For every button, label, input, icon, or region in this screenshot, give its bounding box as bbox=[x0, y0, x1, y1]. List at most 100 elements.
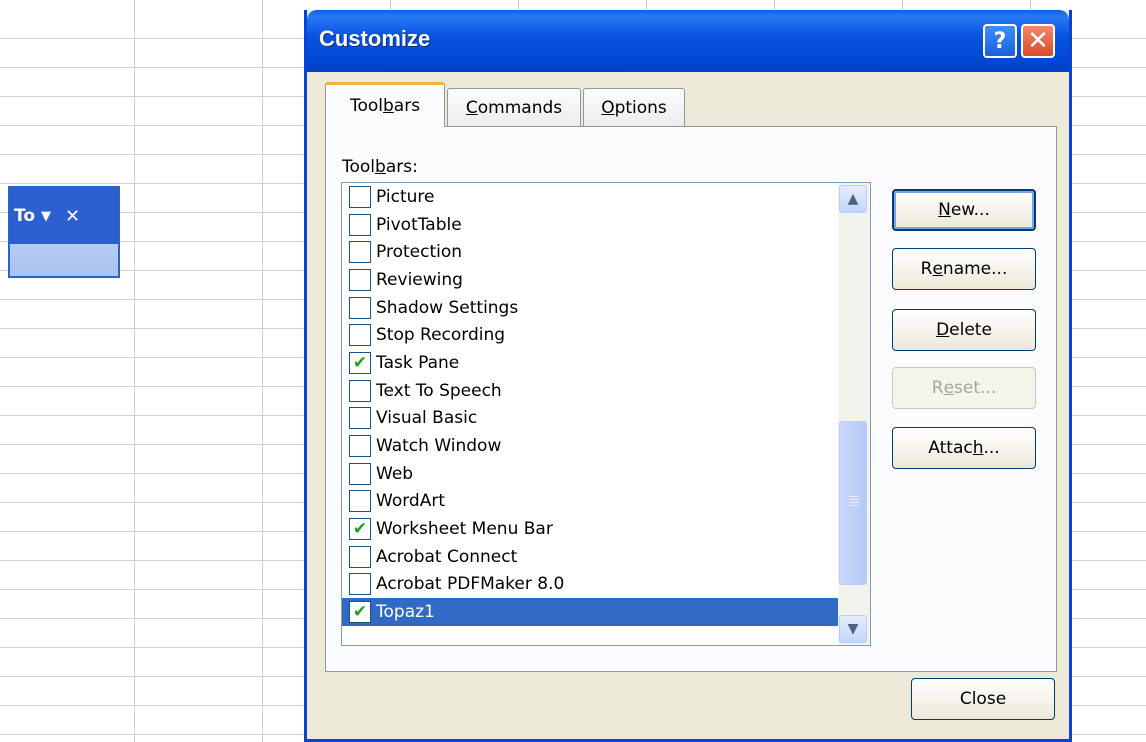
toolbar-list-item[interactable]: ✔ Worksheet Menu Bar bbox=[342, 515, 838, 543]
checkmark-icon: ✔ bbox=[352, 519, 368, 540]
checkbox[interactable]: ✔ bbox=[349, 601, 371, 624]
dialog-titlebar[interactable]: Customize ? ✕ bbox=[307, 10, 1069, 72]
chevron-down-icon: ▼ bbox=[847, 621, 859, 637]
chevron-up-icon: ▲ bbox=[847, 191, 859, 207]
tab-label-accelerator: O bbox=[601, 97, 615, 118]
toolbars-tab-panel: Toolbars: Picture PivotTable Protection Rev… bbox=[325, 126, 1057, 672]
checkbox[interactable] bbox=[349, 268, 371, 291]
toolbar-list-item-label: Shadow Settings bbox=[376, 297, 519, 318]
toolbar-list-item-label: Worksheet Menu Bar bbox=[376, 519, 553, 540]
toolbar-options-dropdown-icon[interactable]: ▼ bbox=[41, 209, 51, 224]
button-accelerator: D bbox=[936, 320, 950, 340]
toolbars-listbox[interactable]: Picture PivotTable Protection Reviewing Shad… bbox=[341, 182, 871, 646]
toolbar-list-item[interactable]: Protection bbox=[342, 238, 838, 266]
close-button[interactable]: Close bbox=[911, 678, 1055, 720]
close-icon: ✕ bbox=[1027, 26, 1049, 56]
tab-options[interactable]: Options bbox=[583, 88, 685, 126]
label-text: ars: bbox=[385, 157, 418, 177]
button-accelerator: N bbox=[938, 200, 951, 220]
vertical-scrollbar[interactable]: ▲ ▼ bbox=[838, 183, 870, 645]
toolbar-list-item-label: Stop Recording bbox=[376, 325, 506, 346]
button-accelerator: h bbox=[972, 438, 984, 458]
scroll-up-button[interactable]: ▲ bbox=[839, 185, 867, 213]
checkbox[interactable] bbox=[349, 490, 371, 513]
button-label: name... bbox=[942, 259, 1008, 279]
toolbar-list-item-label: Reviewing bbox=[376, 269, 463, 290]
toolbar-list-item[interactable]: ✔ Task Pane bbox=[342, 349, 838, 377]
toolbar-list-item[interactable]: Reviewing bbox=[342, 266, 838, 294]
checkbox[interactable] bbox=[349, 379, 371, 402]
toolbar-list-item-label: Task Pane bbox=[376, 352, 460, 373]
dialog-title: Customize bbox=[319, 26, 431, 51]
tab-label: ommands bbox=[477, 97, 563, 118]
button-label: Attac bbox=[928, 438, 973, 458]
reset-button: Re set... bbox=[892, 367, 1036, 409]
checkbox[interactable]: ✔ bbox=[349, 518, 371, 541]
toolbar-list-item[interactable]: PivotTable bbox=[342, 211, 838, 239]
tab-label: ars bbox=[393, 96, 421, 116]
button-label: ew... bbox=[950, 200, 990, 220]
floating-toolbar-title: To bbox=[14, 206, 36, 226]
attach-button[interactable]: Attac h... bbox=[892, 427, 1036, 469]
toolbar-list-item-label: Acrobat Connect bbox=[376, 546, 518, 567]
checkbox[interactable] bbox=[349, 462, 371, 485]
toolbar-list-item-label: Topaz1 bbox=[376, 602, 435, 623]
toolbar-list-item-label: WordArt bbox=[376, 491, 445, 512]
rename-button[interactable]: Re name... bbox=[892, 248, 1036, 290]
title-close-button[interactable]: ✕ bbox=[1021, 24, 1055, 58]
button-label: R bbox=[931, 378, 944, 398]
toolbar-list-item[interactable]: Acrobat PDFMaker 8.0 bbox=[342, 571, 838, 599]
grip-icon bbox=[849, 496, 859, 497]
floating-toolbar-titlebar[interactable]: To ▼ ✕ bbox=[10, 188, 118, 244]
button-label: ... bbox=[983, 438, 1000, 458]
tab-label: Tool bbox=[349, 96, 383, 116]
button-label: elete bbox=[949, 320, 992, 340]
help-icon: ? bbox=[993, 28, 1007, 54]
new-button[interactable]: New... bbox=[892, 189, 1036, 231]
delete-button[interactable]: Delete bbox=[892, 309, 1036, 351]
checkbox[interactable]: ✔ bbox=[349, 351, 371, 374]
scroll-down-button[interactable]: ▼ bbox=[839, 615, 867, 643]
toolbar-list-item[interactable]: Web bbox=[342, 460, 838, 488]
checkbox[interactable] bbox=[349, 213, 371, 236]
checkbox[interactable] bbox=[349, 407, 371, 430]
checkbox[interactable] bbox=[349, 324, 371, 347]
toolbar-list-item[interactable]: Text To Speech bbox=[342, 377, 838, 405]
toolbar-list-item-label: PivotTable bbox=[376, 214, 462, 235]
tab-commands[interactable]: Commands bbox=[447, 88, 581, 126]
checkbox[interactable] bbox=[349, 241, 371, 264]
toolbar-list-item-label: Picture bbox=[376, 186, 435, 207]
button-accelerator: e bbox=[932, 259, 943, 279]
toolbar-list-item[interactable]: ✔ Topaz1 bbox=[342, 598, 838, 626]
tab-label-accelerator: C bbox=[465, 97, 478, 118]
tab-toolbars[interactable]: Tool b ars bbox=[325, 82, 445, 127]
tab-label-accelerator: b bbox=[382, 96, 394, 116]
checkbox[interactable] bbox=[349, 545, 371, 568]
toolbar-list-item-label: Watch Window bbox=[376, 436, 502, 457]
checkbox[interactable] bbox=[349, 435, 371, 458]
toolbar-list-item[interactable]: Watch Window bbox=[342, 432, 838, 460]
tab-label: ptions bbox=[614, 97, 667, 118]
close-icon[interactable]: ✕ bbox=[65, 206, 80, 227]
checkbox[interactable] bbox=[349, 573, 371, 596]
toolbar-list-item-label: Protection bbox=[376, 242, 463, 263]
customize-dialog: Customize ? ✕ Tool b ars Commands Options … bbox=[304, 10, 1072, 742]
toolbar-list-item-label: Visual Basic bbox=[376, 408, 478, 429]
toolbar-list-item-label: Acrobat PDFMaker 8.0 bbox=[376, 574, 565, 595]
checkbox[interactable] bbox=[349, 296, 371, 319]
checkbox[interactable] bbox=[349, 185, 371, 208]
floating-toolbar-topaz1[interactable]: To ▼ ✕ bbox=[8, 186, 120, 278]
toolbar-list-item[interactable]: Stop Recording bbox=[342, 321, 838, 349]
toolbar-list-item[interactable]: Visual Basic bbox=[342, 405, 838, 433]
toolbar-list-item-label: Text To Speech bbox=[376, 380, 502, 401]
toolbar-list-item[interactable]: WordArt bbox=[342, 488, 838, 516]
toolbar-list-item-label: Web bbox=[376, 463, 414, 484]
toolbar-list-item[interactable]: Shadow Settings bbox=[342, 294, 838, 322]
toolbars-list-label: Toolbars: bbox=[342, 157, 418, 177]
label-accelerator: b bbox=[375, 157, 386, 177]
help-button[interactable]: ? bbox=[983, 24, 1017, 58]
toolbar-list-item[interactable]: Picture bbox=[342, 183, 838, 211]
scroll-thumb[interactable] bbox=[839, 421, 867, 585]
label-text: Tool bbox=[342, 157, 376, 177]
toolbar-list-item[interactable]: Acrobat Connect bbox=[342, 543, 838, 571]
